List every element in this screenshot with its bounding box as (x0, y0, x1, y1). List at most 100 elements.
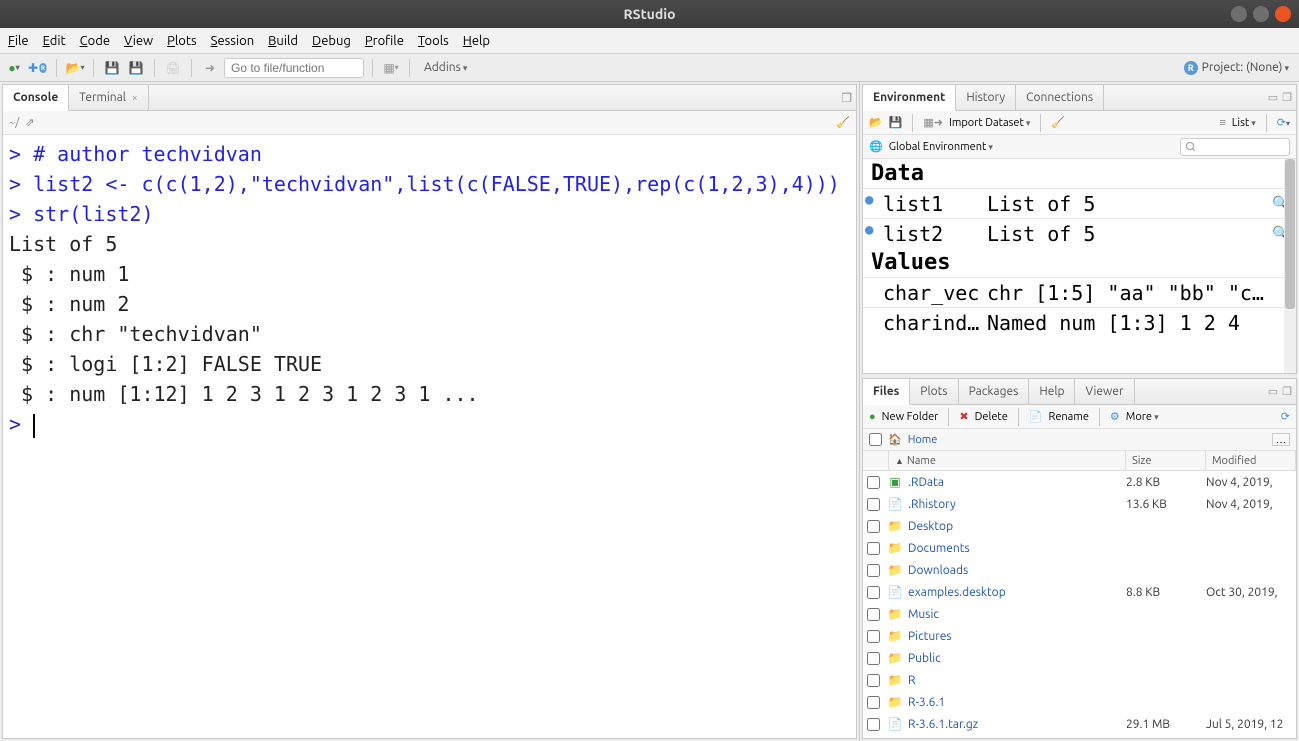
menu-help[interactable]: Help (463, 34, 490, 48)
file-checkbox[interactable] (867, 542, 880, 555)
new-file-button[interactable]: ●▾ (4, 58, 24, 78)
window-close-button[interactable] (1275, 6, 1291, 22)
env-row[interactable]: charind…Named num [1:3] 1 2 4 (863, 307, 1296, 337)
file-name[interactable]: R (908, 674, 1126, 687)
env-search-input[interactable] (1180, 138, 1290, 156)
clear-env-icon[interactable]: 🧹 (1051, 116, 1065, 129)
file-row[interactable]: 📁Pictures (863, 625, 1296, 647)
pane-minimize-icon[interactable]: ▭ (1268, 385, 1278, 398)
file-checkbox[interactable] (867, 564, 880, 577)
save-workspace-icon[interactable]: 💾 (889, 116, 903, 129)
save-all-button[interactable]: 💾 (126, 58, 146, 78)
col-name[interactable]: Name (907, 455, 936, 467)
file-checkbox[interactable] (867, 586, 880, 599)
print-button[interactable]: 🖨 (163, 58, 183, 78)
file-row[interactable]: 📁Documents (863, 537, 1296, 559)
file-checkbox[interactable] (867, 630, 880, 643)
import-dataset-dropdown[interactable]: Import Dataset (949, 117, 1030, 129)
file-checkbox[interactable] (867, 696, 880, 709)
pane-minimize-icon[interactable]: ▭ (1268, 91, 1278, 104)
files-more-icon[interactable]: … (1272, 433, 1290, 446)
menu-tools[interactable]: Tools (418, 34, 449, 48)
tab-terminal[interactable]: Terminal× (69, 85, 148, 110)
more-dropdown[interactable]: More (1126, 411, 1159, 423)
pane-window-icon[interactable]: ❐ (841, 91, 852, 105)
file-checkbox[interactable] (867, 476, 880, 489)
env-row[interactable]: char_vecchr [1:5] "aa" "bb" "c… (863, 277, 1296, 307)
file-row[interactable]: 📁R-3.6.1 (863, 691, 1296, 713)
env-view-dropdown[interactable]: List (1232, 117, 1256, 129)
tab-help[interactable]: Help (1029, 379, 1075, 404)
save-button[interactable]: 💾 (102, 58, 122, 78)
tab-files[interactable]: Files (863, 379, 910, 405)
menu-build[interactable]: Build (268, 34, 298, 48)
tab-console[interactable]: Console (3, 85, 69, 111)
file-name[interactable]: R-3.6.1.tar.gz (908, 718, 1126, 731)
file-checkbox[interactable] (867, 652, 880, 665)
addins-dropdown[interactable]: Addins (418, 59, 473, 76)
col-modified[interactable]: Modified (1212, 455, 1256, 467)
file-name[interactable]: R-3.6.1 (908, 696, 1126, 709)
file-checkbox[interactable] (867, 718, 880, 731)
goto-file-input[interactable] (224, 58, 364, 78)
file-name[interactable]: Documents (908, 542, 1126, 555)
close-icon[interactable]: × (132, 92, 138, 103)
new-folder-button[interactable]: New Folder (882, 411, 939, 423)
project-dropdown[interactable]: Project: (None) (1202, 61, 1289, 74)
file-checkbox[interactable] (867, 498, 880, 511)
menu-file[interactable]: File (8, 34, 29, 48)
breadcrumb-home[interactable]: Home (908, 434, 938, 446)
tab-plots[interactable]: Plots (910, 379, 958, 404)
file-row[interactable]: 📁R (863, 669, 1296, 691)
file-row[interactable]: 📄examples.desktop8.8 KBOct 30, 2019, (863, 581, 1296, 603)
col-size[interactable]: Size (1132, 455, 1151, 467)
file-checkbox[interactable] (867, 608, 880, 621)
env-scope-dropdown[interactable]: Global Environment (889, 141, 993, 153)
window-minimize-button[interactable] (1231, 6, 1247, 22)
expand-icon[interactable]: ● (865, 222, 873, 238)
console-popout-icon[interactable]: ⇗ (25, 116, 34, 129)
pane-maximize-icon[interactable]: ❐ (1282, 91, 1292, 104)
expand-icon[interactable]: ● (865, 192, 873, 208)
console-output[interactable]: > # author techvidvan> list2 <- c(c(1,2)… (3, 135, 856, 738)
file-name[interactable]: .RData (908, 476, 1126, 489)
load-workspace-icon[interactable]: 📂 (869, 116, 883, 129)
menu-profile[interactable]: Profile (365, 34, 404, 48)
delete-button[interactable]: Delete (975, 411, 1008, 423)
env-row[interactable]: list1●List of 5🔍 (863, 188, 1296, 218)
file-row[interactable]: 📁Desktop (863, 515, 1296, 537)
file-name[interactable]: Music (908, 608, 1126, 621)
env-row[interactable]: list2●List of 5🔍 (863, 218, 1296, 248)
file-row[interactable]: ▣.RData2.8 KBNov 4, 2019, (863, 471, 1296, 493)
menu-view[interactable]: View (124, 34, 153, 48)
env-scrollbar[interactable] (1284, 159, 1296, 373)
file-row[interactable]: 📁Downloads (863, 559, 1296, 581)
tab-packages[interactable]: Packages (959, 379, 1030, 404)
file-name[interactable]: Public (908, 652, 1126, 665)
tab-history[interactable]: History (956, 85, 1016, 110)
menu-session[interactable]: Session (211, 34, 254, 48)
file-row[interactable]: 📁Public (863, 647, 1296, 669)
tab-environment[interactable]: Environment (863, 85, 956, 111)
pane-maximize-icon[interactable]: ❐ (1282, 385, 1292, 398)
menu-edit[interactable]: Edit (43, 34, 66, 48)
rename-button[interactable]: Rename (1049, 411, 1089, 423)
file-name[interactable]: Desktop (908, 520, 1126, 533)
new-project-button[interactable]: ✚R (28, 58, 48, 78)
menu-plots[interactable]: Plots (167, 34, 197, 48)
open-file-button[interactable]: 📂▾ (65, 58, 85, 78)
file-row[interactable]: 📄.Rhistory13.6 KBNov 4, 2019, (863, 493, 1296, 515)
grid-button[interactable]: ▦▾ (381, 58, 401, 78)
window-maximize-button[interactable] (1253, 6, 1269, 22)
menu-code[interactable]: Code (80, 34, 110, 48)
file-name[interactable]: Pictures (908, 630, 1126, 643)
tab-connections[interactable]: Connections (1016, 85, 1104, 110)
file-checkbox[interactable] (867, 674, 880, 687)
file-checkbox[interactable] (867, 520, 880, 533)
file-name[interactable]: Downloads (908, 564, 1126, 577)
console-clear-icon[interactable]: 🧹 (836, 116, 850, 129)
refresh-env-icon[interactable]: ⟳▾ (1277, 116, 1290, 129)
menu-debug[interactable]: Debug (312, 34, 351, 48)
file-name[interactable]: .Rhistory (908, 498, 1126, 511)
file-name[interactable]: examples.desktop (908, 586, 1126, 599)
